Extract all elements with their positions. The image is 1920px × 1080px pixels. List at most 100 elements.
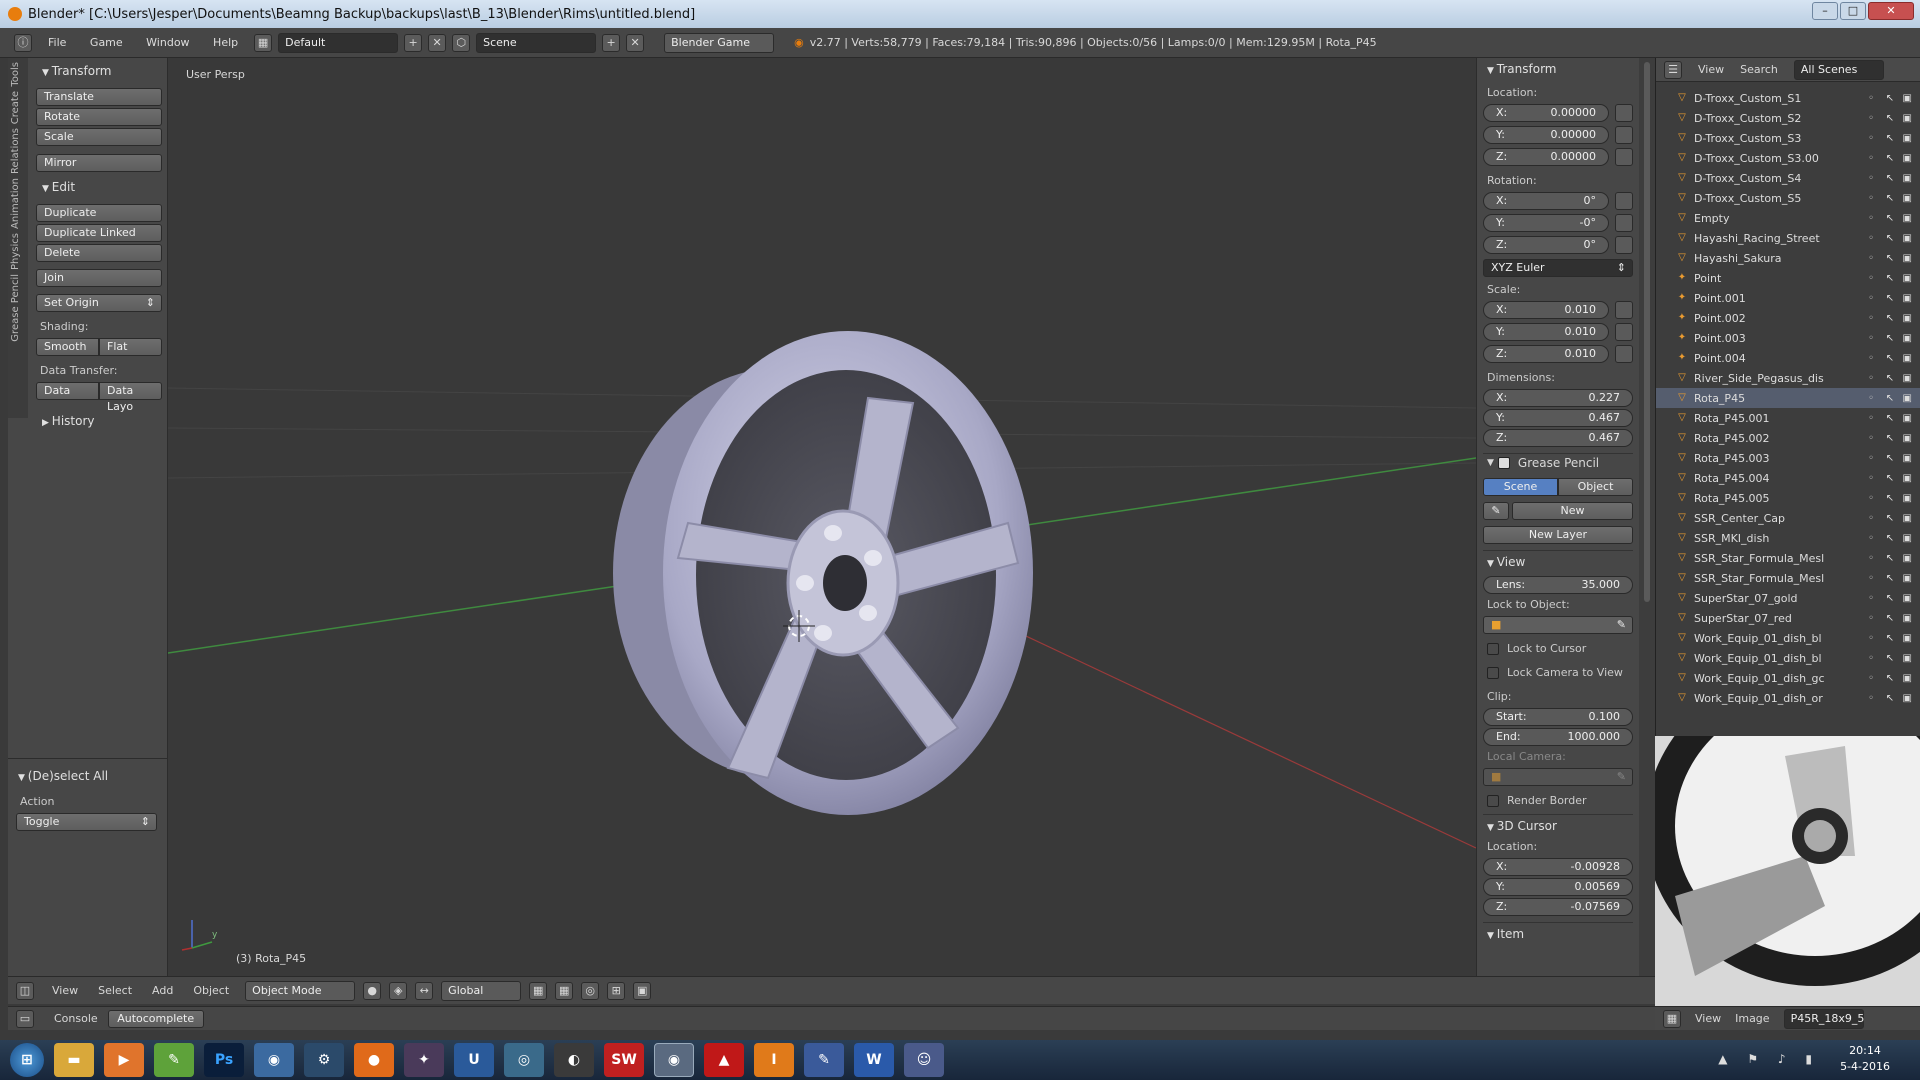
proportional-edit-icon[interactable]: ◎ bbox=[581, 981, 600, 1000]
visibility-eye-icon[interactable]: ◦ bbox=[1868, 533, 1874, 544]
image-name-field[interactable]: P45R_18x9_5 bbox=[1783, 1008, 1864, 1029]
cursor-y-field[interactable]: Y: 0.00569 bbox=[1483, 878, 1633, 896]
location-y-field[interactable]: Y: 0.00000 bbox=[1483, 126, 1609, 144]
render-camera-icon[interactable]: ▣ bbox=[1903, 453, 1912, 464]
dimension-x-field[interactable]: X: 0.227 bbox=[1483, 389, 1633, 407]
steam-icon[interactable]: ⚙ bbox=[304, 1043, 344, 1077]
edit-panel-header[interactable]: Edit bbox=[32, 176, 164, 198]
selectable-cursor-icon[interactable]: ↖ bbox=[1886, 473, 1894, 484]
data-button[interactable]: Data bbox=[36, 382, 99, 400]
visibility-eye-icon[interactable]: ◦ bbox=[1868, 173, 1874, 184]
autocad-icon[interactable]: ▲ bbox=[704, 1043, 744, 1077]
render-camera-icon[interactable]: ▣ bbox=[1903, 373, 1912, 384]
outliner-menu-view[interactable]: View bbox=[1698, 63, 1724, 76]
viewport-shading-icon[interactable]: ● bbox=[363, 981, 382, 1000]
menu-window[interactable]: Window bbox=[146, 36, 189, 49]
action-select[interactable]: Toggle ⇕ bbox=[16, 813, 157, 831]
join-button[interactable]: Join bbox=[36, 269, 162, 287]
selectable-cursor-icon[interactable]: ↖ bbox=[1886, 633, 1894, 644]
outliner-row[interactable]: ▽ D-Troxx_Custom_S4 ◦ ↖ ▣ bbox=[1656, 168, 1920, 188]
visibility-eye-icon[interactable]: ◦ bbox=[1868, 93, 1874, 104]
selectable-cursor-icon[interactable]: ↖ bbox=[1886, 453, 1894, 464]
selectable-cursor-icon[interactable]: ↖ bbox=[1886, 513, 1894, 524]
system-tray[interactable]: ▲ ⚑ ♪ ▮ bbox=[1718, 1052, 1820, 1066]
layout-icon[interactable]: ▦ bbox=[254, 33, 273, 52]
mirror-button[interactable]: Mirror bbox=[36, 154, 162, 172]
visibility-eye-icon[interactable]: ◦ bbox=[1868, 153, 1874, 164]
grease-pencil-header[interactable]: ▼ Grease Pencil bbox=[1483, 453, 1633, 470]
outliner-filter-select[interactable]: All Scenes bbox=[1793, 59, 1884, 80]
outliner-row[interactable]: ▽ Work_Equip_01_dish_gc ◦ ↖ ▣ bbox=[1656, 668, 1920, 688]
image-editor-icon[interactable]: ▦ bbox=[1663, 1009, 1681, 1028]
tab-animation[interactable]: Animation bbox=[10, 178, 21, 229]
render-camera-icon[interactable]: ▣ bbox=[1903, 213, 1912, 224]
selectable-cursor-icon[interactable]: ↖ bbox=[1886, 193, 1894, 204]
set-origin-select[interactable]: Set Origin ⇕ bbox=[36, 294, 162, 312]
gp-object-button[interactable]: Object bbox=[1558, 478, 1633, 496]
render-camera-icon[interactable]: ▣ bbox=[1903, 393, 1912, 404]
game-icon[interactable]: ✦ bbox=[404, 1043, 444, 1077]
dimension-y-field[interactable]: Y: 0.467 bbox=[1483, 409, 1633, 427]
notepad-icon[interactable]: ✎ bbox=[154, 1043, 194, 1077]
view-panel-header[interactable]: View bbox=[1483, 550, 1633, 572]
wheel-rim-model[interactable] bbox=[613, 331, 1033, 815]
outliner-row[interactable]: ▽ Rota_P45 ◦ ↖ ▣ bbox=[1656, 388, 1920, 408]
tab-relations[interactable]: Relations bbox=[10, 128, 21, 174]
local-camera-field[interactable]: ■ ✎ bbox=[1483, 768, 1633, 786]
visibility-eye-icon[interactable]: ◦ bbox=[1868, 473, 1874, 484]
outliner-row[interactable]: ▽ Rota_P45.002 ◦ ↖ ▣ bbox=[1656, 428, 1920, 448]
lens-field[interactable]: Lens: 35.000 bbox=[1483, 576, 1633, 594]
outliner-row[interactable]: ✦ Point.001 ◦ ↖ ▣ bbox=[1656, 288, 1920, 308]
selectable-cursor-icon[interactable]: ↖ bbox=[1886, 393, 1894, 404]
chrome-icon[interactable]: ◉ bbox=[254, 1043, 294, 1077]
render-engine-select[interactable]: Blender Game bbox=[664, 32, 775, 53]
outliner-row[interactable]: ▽ Rota_P45.003 ◦ ↖ ▣ bbox=[1656, 448, 1920, 468]
transform-props-header[interactable]: Transform bbox=[1483, 58, 1633, 80]
win-start-icon[interactable]: ⊞ bbox=[10, 1043, 44, 1077]
viewport-menu-select[interactable]: Select bbox=[98, 984, 132, 997]
tab-create[interactable]: Create bbox=[10, 91, 21, 124]
viewport-menu-view[interactable]: View bbox=[52, 984, 78, 997]
lock-icon[interactable] bbox=[1615, 236, 1633, 254]
add-layout-icon[interactable]: + bbox=[404, 33, 423, 52]
outliner-row[interactable]: ▽ D-Troxx_Custom_S3 ◦ ↖ ▣ bbox=[1656, 128, 1920, 148]
cursor-panel-header[interactable]: 3D Cursor bbox=[1483, 814, 1633, 836]
visibility-eye-icon[interactable]: ◦ bbox=[1868, 453, 1874, 464]
render-camera-icon[interactable]: ▣ bbox=[1903, 493, 1912, 504]
render-camera-icon[interactable]: ▣ bbox=[1903, 413, 1912, 424]
outliner-row[interactable]: ▽ D-Troxx_Custom_S3.00 ◦ ↖ ▣ bbox=[1656, 148, 1920, 168]
transform-orientation-select[interactable]: Global bbox=[441, 980, 522, 1001]
grease-pencil-checkbox[interactable] bbox=[1497, 457, 1510, 469]
media-icon[interactable]: ▶ bbox=[104, 1043, 144, 1077]
rotate-button[interactable]: Rotate bbox=[36, 108, 162, 126]
rotation-z-field[interactable]: Z: 0° bbox=[1483, 236, 1609, 254]
remove-scene-icon[interactable]: ✕ bbox=[626, 33, 645, 52]
selectable-cursor-icon[interactable]: ↖ bbox=[1886, 133, 1894, 144]
clip-start-field[interactable]: Start: 0.100 bbox=[1483, 708, 1633, 726]
render-camera-icon[interactable]: ▣ bbox=[1903, 433, 1912, 444]
tab-tools[interactable]: Tools bbox=[10, 62, 21, 87]
selectable-cursor-icon[interactable]: ↖ bbox=[1886, 353, 1894, 364]
info-editor-type-icon[interactable]: ⓘ bbox=[14, 33, 32, 52]
visibility-eye-icon[interactable]: ◦ bbox=[1868, 333, 1874, 344]
solidworks-icon[interactable]: SW bbox=[604, 1043, 644, 1077]
close-button[interactable]: ✕ bbox=[1868, 2, 1914, 20]
outliner-row[interactable]: ✦ Point ◦ ↖ ▣ bbox=[1656, 268, 1920, 288]
selectable-cursor-icon[interactable]: ↖ bbox=[1886, 613, 1894, 624]
outliner-row[interactable]: ✦ Point.003 ◦ ↖ ▣ bbox=[1656, 328, 1920, 348]
selectable-cursor-icon[interactable]: ↖ bbox=[1886, 413, 1894, 424]
manipulator-icon[interactable]: ↔ bbox=[415, 981, 434, 1000]
outliner-row[interactable]: ▽ D-Troxx_Custom_S5 ◦ ↖ ▣ bbox=[1656, 188, 1920, 208]
gp-new-layer-button[interactable]: New Layer bbox=[1483, 526, 1633, 544]
lock-icon[interactable] bbox=[1615, 126, 1633, 144]
render-camera-icon[interactable]: ▣ bbox=[1903, 633, 1912, 644]
dimension-z-field[interactable]: Z: 0.467 bbox=[1483, 429, 1633, 447]
render-camera-icon[interactable]: ▣ bbox=[1903, 473, 1912, 484]
visibility-eye-icon[interactable]: ◦ bbox=[1868, 373, 1874, 384]
render-camera-icon[interactable]: ▣ bbox=[1903, 613, 1912, 624]
item-panel-header[interactable]: Item bbox=[1483, 922, 1633, 944]
visibility-eye-icon[interactable]: ◦ bbox=[1868, 273, 1874, 284]
lock-to-cursor-checkbox[interactable]: Lock to Cursor bbox=[1483, 640, 1633, 658]
scale-y-field[interactable]: Y: 0.010 bbox=[1483, 323, 1609, 341]
render-camera-icon[interactable]: ▣ bbox=[1903, 573, 1912, 584]
